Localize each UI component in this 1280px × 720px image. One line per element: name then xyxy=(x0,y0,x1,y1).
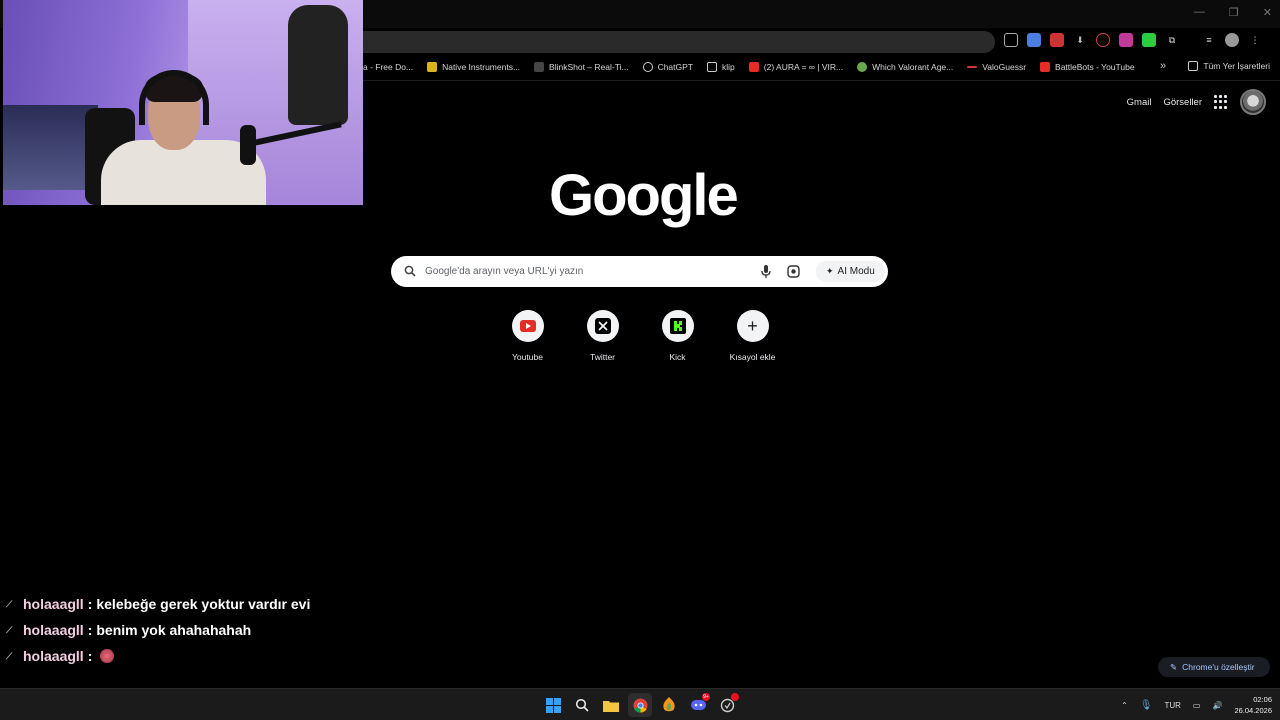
sword-badge-icon: ⟋ xyxy=(6,624,13,635)
gmail-link[interactable]: Gmail xyxy=(1127,97,1152,108)
chrome-icon xyxy=(632,697,648,713)
menu-icon[interactable]: ⋮ xyxy=(1248,33,1262,47)
shortcuts-row: Youtube Twitter Kick + Kısayol ekle xyxy=(490,310,790,362)
stream-chat-overlay: ⟋ holaaagll : kelebeğe gerek yoktur vard… xyxy=(6,591,310,669)
google-logo: Google xyxy=(549,163,739,228)
search-icon xyxy=(404,265,416,277)
plus-icon: + xyxy=(747,316,758,336)
shortcut-kick[interactable]: Kick xyxy=(640,310,715,362)
bookmark[interactable]: Native Instruments... xyxy=(427,62,520,72)
taskbar-apps: 9+ xyxy=(541,693,739,717)
extension-icon[interactable] xyxy=(1119,33,1133,47)
shortcut-add[interactable]: + Kısayol ekle xyxy=(715,310,790,362)
screen: — ❐ ✕ ⬇ ⧉ ≡ ⋮ a - Free Do... Native Inst… xyxy=(0,0,1280,720)
extensions-toolbar: ⬇ ⧉ ≡ ⋮ xyxy=(1004,33,1262,47)
sword-badge-icon: ⟋ xyxy=(6,598,13,609)
bookmark[interactable]: ChatGPT xyxy=(642,62,693,72)
discord-icon xyxy=(690,700,706,710)
google-top-links: Gmail Görseller xyxy=(1127,89,1266,115)
chat-message: ⟋ holaaagll : kelebeğe gerek yoktur vard… xyxy=(6,596,311,612)
folder-icon xyxy=(1188,61,1199,71)
bookmark[interactable]: Which Valorant Age... xyxy=(857,62,953,72)
google-lens-icon[interactable] xyxy=(787,265,800,278)
all-bookmarks-button[interactable]: Tüm Yer İşaretleri xyxy=(1188,61,1270,71)
language-indicator[interactable]: TUR xyxy=(1164,701,1180,710)
emote-icon xyxy=(100,649,115,663)
discord-button[interactable]: 9+ xyxy=(686,693,710,717)
notification-badge: 9+ xyxy=(702,693,710,701)
bookmark[interactable]: BlinkShot – Real-Ti... xyxy=(534,62,629,72)
kick-icon xyxy=(669,318,686,334)
search-icon xyxy=(575,698,589,712)
x-icon xyxy=(594,318,611,334)
chevron-up-icon[interactable]: ⌃ xyxy=(1121,701,1128,710)
extension-icon[interactable] xyxy=(1096,33,1110,47)
customize-chrome-button[interactable]: ✎ Chrome'u özelleştir xyxy=(1158,657,1270,677)
bookmark-folder[interactable]: klip xyxy=(707,62,735,72)
avatar[interactable] xyxy=(1240,89,1266,115)
bookmark[interactable]: (2) AURA = ∞ | VIR... xyxy=(748,62,843,72)
volume-icon[interactable]: 🔊 xyxy=(1212,701,1222,710)
chatgpt-icon xyxy=(642,62,653,72)
blinkshot-icon xyxy=(534,62,545,72)
folder-icon xyxy=(707,62,717,72)
chat-message: ⟋ holaaagll : benim yok ahahahahah xyxy=(6,622,252,638)
bookmark[interactable]: a - Free Do... xyxy=(363,62,413,72)
pencil-icon: ✎ xyxy=(1170,661,1178,672)
minimize-icon[interactable]: — xyxy=(1194,6,1205,19)
shortcut-twitter[interactable]: Twitter xyxy=(565,310,640,362)
bookmarks-bar: a - Free Do... Native Instruments... Bli… xyxy=(363,57,1280,77)
webcam-overlay xyxy=(3,0,363,205)
search-input[interactable]: Google'da arayın veya URL'yi yazın xyxy=(425,266,583,277)
app-button[interactable] xyxy=(715,693,739,717)
system-tray: ⌃ 🎙 TUR ▭ 🔊 02:06 26.04.2026 xyxy=(1121,694,1272,716)
profile-icon[interactable] xyxy=(1225,33,1239,47)
kick-extension-icon[interactable] xyxy=(1142,33,1156,47)
bookmark[interactable]: BattleBots - YouTube xyxy=(1040,62,1135,72)
search-box[interactable]: Google'da arayın veya URL'yi yazın ✦ AI … xyxy=(391,256,888,287)
more-bookmarks-button[interactable]: » xyxy=(1160,60,1166,72)
sparkle-search-icon: ✦ xyxy=(826,266,834,276)
folder-icon xyxy=(603,700,619,712)
fl-studio-button[interactable] xyxy=(657,693,681,717)
apps-grid-icon[interactable] xyxy=(1214,95,1228,109)
valorant-icon xyxy=(857,62,868,72)
address-bar[interactable] xyxy=(363,31,995,53)
reading-list-icon[interactable]: ≡ xyxy=(1202,33,1216,47)
shortcut-youtube[interactable]: Youtube xyxy=(490,310,565,362)
microphone-icon[interactable]: 🎙 xyxy=(1140,700,1153,711)
notification-dot xyxy=(731,693,739,701)
ai-mode-button[interactable]: ✦ AI Modu xyxy=(816,261,885,282)
extension-icon[interactable] xyxy=(1004,33,1018,47)
youtube-icon xyxy=(748,62,759,72)
windows-icon xyxy=(545,697,561,713)
microphone-icon xyxy=(240,125,256,165)
start-button[interactable] xyxy=(541,693,565,717)
download-icon[interactable]: ⬇ xyxy=(1073,33,1087,47)
window-controls: — ❐ ✕ xyxy=(1194,6,1272,19)
youtube-icon xyxy=(1040,62,1051,72)
translate-icon[interactable] xyxy=(1027,33,1041,47)
taskbar-search-button[interactable] xyxy=(570,693,594,717)
taskbar: 9+ ⌃ 🎙 TUR ▭ 🔊 02:06 26.04.2026 xyxy=(0,688,1280,720)
valoguessr-icon xyxy=(967,66,978,68)
network-icon[interactable]: ▭ xyxy=(1193,701,1201,710)
chrome-button[interactable] xyxy=(628,693,652,717)
puzzle-icon[interactable]: ⧉ xyxy=(1165,33,1179,47)
bookmark-label: a - Free Do... xyxy=(363,62,414,72)
extension-icon[interactable] xyxy=(1050,33,1064,47)
maximize-icon[interactable]: ❐ xyxy=(1229,6,1239,19)
youtube-icon xyxy=(519,320,536,332)
microphone-icon[interactable] xyxy=(760,264,772,279)
images-link[interactable]: Görseller xyxy=(1163,97,1202,108)
file-explorer-button[interactable] xyxy=(599,693,623,717)
toolbar-divider xyxy=(363,80,1280,81)
native-instruments-icon xyxy=(427,62,438,72)
sword-badge-icon: ⟋ xyxy=(6,650,13,661)
fl-studio-icon xyxy=(663,697,675,712)
bookmark[interactable]: ValoGuessr xyxy=(967,62,1026,72)
close-icon[interactable]: ✕ xyxy=(1263,6,1272,19)
clock[interactable]: 02:06 26.04.2026 xyxy=(1234,694,1272,716)
chat-message: ⟋ holaaagll : xyxy=(6,643,310,669)
